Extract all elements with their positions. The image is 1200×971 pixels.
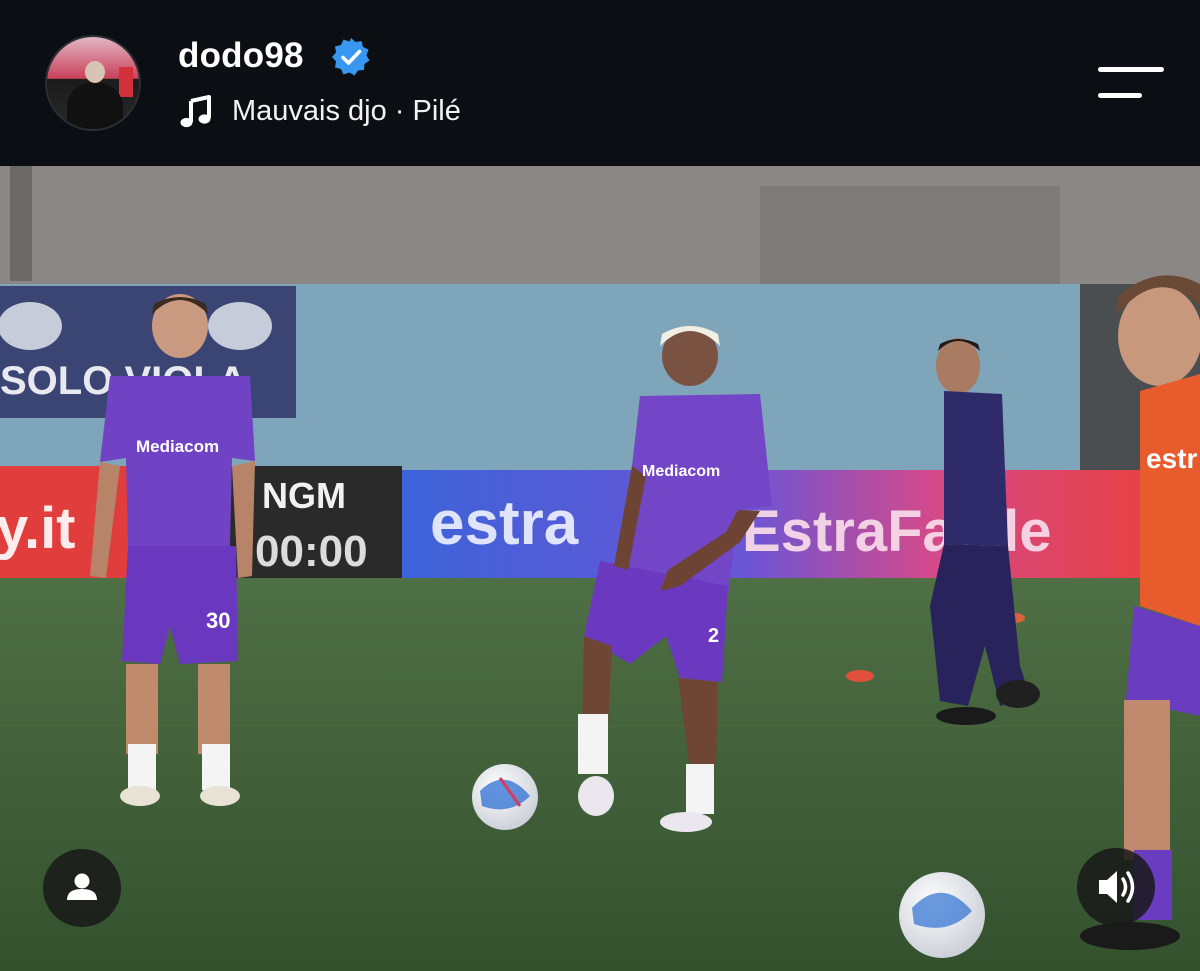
user-tag-icon[interactable]	[43, 849, 121, 927]
sound-icon[interactable]	[1077, 848, 1155, 926]
svg-text:estra: estra	[430, 489, 579, 558]
ball-bottom	[899, 872, 985, 958]
svg-text:Mediacom: Mediacom	[642, 463, 720, 480]
svg-text:2: 2	[708, 625, 719, 647]
svg-text:00:00: 00:00	[255, 527, 368, 576]
stadium-scene: SOLO VIOLA y.it NGM 00:00 estra EstraFac…	[0, 166, 1200, 971]
post-photo[interactable]: SOLO VIOLA y.it NGM 00:00 estra EstraFac…	[0, 166, 1200, 971]
music-note-icon	[180, 95, 211, 128]
svg-text:NGM: NGM	[262, 475, 346, 516]
ball-center	[472, 764, 538, 830]
svg-text:estr: estr	[1146, 443, 1197, 474]
menu-icon[interactable]	[1098, 64, 1164, 104]
audio-track-label[interactable]: Mauvais djo · Pilé	[232, 95, 461, 128]
svg-text:30: 30	[206, 608, 230, 633]
avatar[interactable]	[47, 37, 139, 129]
svg-text:y.it: y.it	[0, 496, 76, 561]
post-header: dodo98 Mauvais djo · Pilé	[0, 0, 1200, 166]
svg-text:Mediacom: Mediacom	[136, 437, 219, 456]
username[interactable]: dodo98	[178, 36, 304, 76]
verified-badge-icon	[332, 38, 370, 76]
